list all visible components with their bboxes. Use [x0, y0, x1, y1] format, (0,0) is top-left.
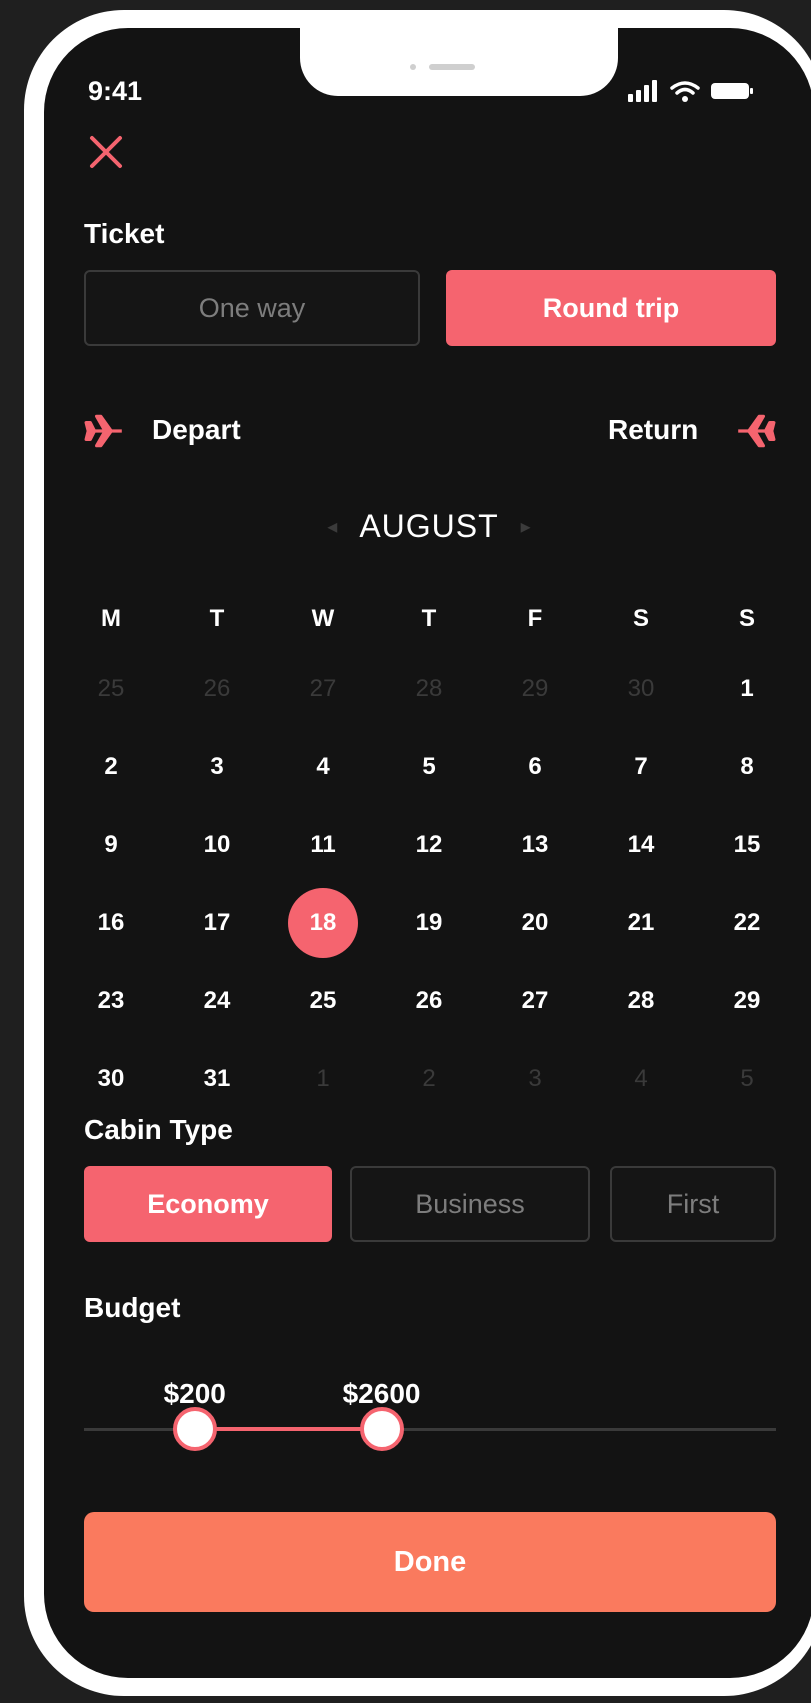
camera-icon — [410, 64, 416, 70]
calendar-grid: M T W T F S S 25 26 27 28 29 30 1 2 3 4 5 6 7 8 9 10 11 12 13 14 15… — [58, 588, 805, 1118]
calendar-day[interactable]: 15 — [694, 806, 800, 884]
plane-depart-icon — [84, 414, 122, 448]
calendar-day[interactable]: 10 — [164, 806, 270, 884]
return-label[interactable]: Return — [608, 414, 698, 446]
calendar-day[interactable]: 29 — [482, 650, 588, 728]
budget-min-value: $200 — [163, 1378, 226, 1409]
calendar-day[interactable]: 30 — [58, 1040, 164, 1118]
depart-label[interactable]: Depart — [152, 414, 241, 446]
calendar-day[interactable]: 14 — [588, 806, 694, 884]
selected-day-indicator: 18 — [288, 888, 358, 958]
weekday-header: M — [101, 605, 121, 632]
business-button[interactable]: Business — [350, 1166, 590, 1242]
app-screen: 9:41 Ticket One way Round trip Depart Re… — [44, 28, 811, 1678]
calendar-day[interactable]: 29 — [694, 962, 800, 1040]
calendar-day[interactable]: 2 — [58, 728, 164, 806]
device-notch — [300, 28, 618, 96]
calendar-day[interactable]: 28 — [588, 962, 694, 1040]
calendar-day[interactable]: 4 — [270, 728, 376, 806]
calendar-day-selected[interactable]: 18 — [270, 884, 376, 962]
calendar-day[interactable]: 27 — [482, 962, 588, 1040]
plane-return-icon — [738, 414, 776, 448]
calendar-day[interactable]: 3 — [482, 1040, 588, 1118]
calendar-day[interactable]: 5 — [694, 1040, 800, 1118]
wifi-icon — [670, 81, 700, 102]
budget-label: Budget — [84, 1292, 181, 1323]
round-trip-button[interactable]: Round trip — [446, 270, 776, 346]
chevron-right-icon[interactable]: ▸ — [521, 514, 531, 539]
first-button[interactable]: First — [610, 1166, 776, 1242]
cellular-signal-icon — [628, 80, 657, 102]
month-name: AUGUST — [359, 508, 499, 544]
calendar-day[interactable]: 26 — [376, 962, 482, 1040]
calendar-day[interactable]: 3 — [164, 728, 270, 806]
calendar-day[interactable]: 2 — [376, 1040, 482, 1118]
calendar-day[interactable]: 25 — [270, 962, 376, 1040]
calendar-day[interactable]: 30 — [588, 650, 694, 728]
ticket-label: Ticket — [84, 218, 165, 249]
budget-max-handle[interactable] — [359, 1407, 404, 1451]
calendar-day[interactable]: 6 — [482, 728, 588, 806]
calendar-day[interactable]: 27 — [270, 650, 376, 728]
calendar-day[interactable]: 1 — [694, 650, 800, 728]
status-icons — [628, 80, 754, 102]
calendar-day[interactable]: 4 — [588, 1040, 694, 1118]
calendar-day[interactable]: 24 — [164, 962, 270, 1040]
calendar-day[interactable]: 19 — [376, 884, 482, 962]
done-button[interactable]: Done — [84, 1512, 776, 1612]
calendar-day[interactable]: 8 — [694, 728, 800, 806]
calendar-day[interactable]: 5 — [376, 728, 482, 806]
budget-max-value: $2600 — [342, 1378, 421, 1409]
calendar-day[interactable]: 26 — [164, 650, 270, 728]
weekday-header: T — [209, 605, 225, 632]
calendar-day[interactable]: 13 — [482, 806, 588, 884]
calendar-day[interactable]: 31 — [164, 1040, 270, 1118]
calendar-day[interactable]: 22 — [694, 884, 800, 962]
calendar-day[interactable]: 17 — [164, 884, 270, 962]
chevron-left-icon[interactable]: ◂ — [327, 514, 337, 539]
budget-slider-range — [194, 1427, 382, 1431]
weekday-header: S — [632, 605, 649, 632]
status-time: 9:41 — [88, 76, 143, 106]
weekday-header: F — [527, 605, 543, 632]
calendar-day[interactable]: 1 — [270, 1040, 376, 1118]
weekday-header: T — [421, 605, 437, 632]
speaker-icon — [429, 64, 475, 70]
close-icon[interactable] — [84, 130, 128, 174]
budget-min-handle[interactable] — [172, 1407, 217, 1451]
one-way-button[interactable]: One way — [84, 270, 420, 346]
calendar-day[interactable]: 21 — [588, 884, 694, 962]
calendar-day[interactable]: 9 — [58, 806, 164, 884]
calendar-day[interactable]: 11 — [270, 806, 376, 884]
calendar-day[interactable]: 20 — [482, 884, 588, 962]
cabin-type-label: Cabin Type — [84, 1114, 233, 1145]
calendar-day[interactable]: 7 — [588, 728, 694, 806]
calendar-day[interactable]: 12 — [376, 806, 482, 884]
battery-icon — [711, 83, 753, 99]
economy-button[interactable]: Economy — [84, 1166, 332, 1242]
weekday-header: W — [311, 605, 335, 632]
calendar-day[interactable]: 16 — [58, 884, 164, 962]
calendar-day[interactable]: 23 — [58, 962, 164, 1040]
calendar-day[interactable]: 28 — [376, 650, 482, 728]
calendar-day[interactable]: 25 — [58, 650, 164, 728]
weekday-header: S — [738, 605, 755, 632]
month-selector: ◂ AUGUST ▸ — [44, 508, 811, 545]
